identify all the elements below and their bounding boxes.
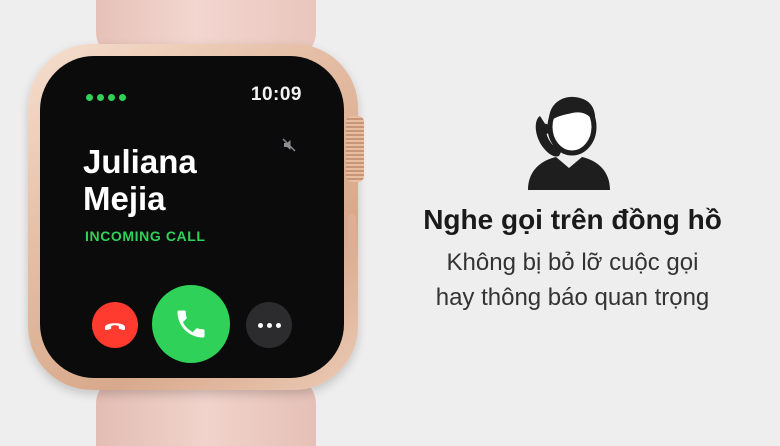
decline-call-button[interactable] [92, 302, 138, 348]
caller-last-name: Mejia [83, 180, 166, 217]
caller-first-name: Juliana [83, 143, 197, 180]
phone-decline-icon [105, 323, 125, 330]
more-options-button[interactable] [246, 302, 292, 348]
phone-answer-icon [177, 310, 205, 338]
promo-line-2: hay thông báo quan trọng [435, 284, 710, 311]
mute-icon [282, 138, 296, 152]
digital-crown [346, 116, 364, 182]
product-image: 10:09 Juliana Mejia INCOMING CALL Nghe g… [0, 0, 780, 446]
promo-headline: Nghe gọi trên đồng hồ [423, 204, 722, 235]
person-phone-icon [528, 96, 610, 190]
side-button [348, 214, 356, 258]
caller-name: Juliana Mejia [83, 143, 283, 217]
answer-call-button[interactable] [152, 285, 230, 363]
promo-line-1: Không bị bỏ lỡ cuộc gọi [446, 249, 699, 276]
more-options-icon [257, 322, 281, 328]
watch-time: 10:09 [250, 84, 302, 105]
call-status: INCOMING CALL [85, 228, 206, 244]
dots-indicator-icon [86, 94, 126, 101]
